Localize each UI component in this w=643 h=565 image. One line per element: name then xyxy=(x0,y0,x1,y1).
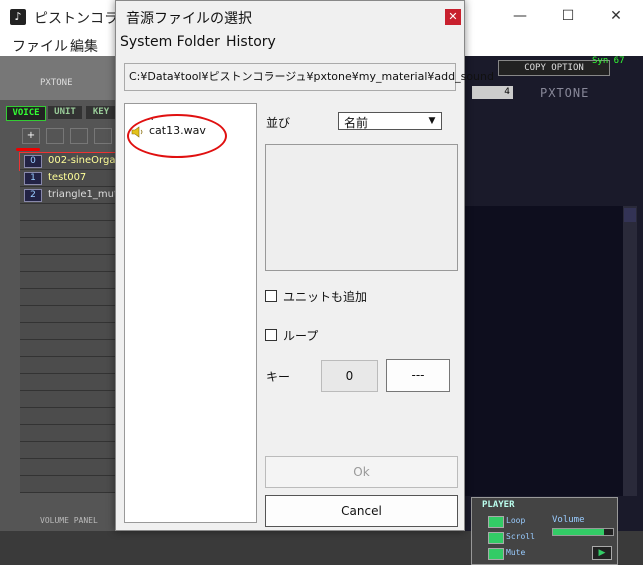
sound-file-dialog: 音源ファイルの選択 ✕ System Folder History C:¥Dat… xyxy=(115,0,494,531)
list-item xyxy=(20,306,116,323)
loop-toggle[interactable] xyxy=(488,516,504,528)
pxtone-logo: PXTONE xyxy=(540,86,590,100)
voice-name: triangle1_mut xyxy=(48,189,118,200)
mute-toggle[interactable] xyxy=(488,548,504,560)
player-title: PLAYER xyxy=(482,500,515,510)
tool-button-2[interactable] xyxy=(46,128,64,144)
volume-panel-label: VOLUME PANEL xyxy=(40,516,98,525)
tool-button-3[interactable] xyxy=(70,128,88,144)
red-annotation-circle xyxy=(127,114,227,158)
player-panel: PLAYER Loop Scroll Mute Volume ▶ xyxy=(471,497,618,565)
unit-view xyxy=(465,206,623,496)
list-item xyxy=(20,476,116,493)
cancel-button[interactable]: Cancel xyxy=(265,495,458,527)
file-list[interactable]: .. cat13.wav xyxy=(124,103,257,523)
list-item xyxy=(20,255,116,272)
path-text: C:¥Data¥tool¥ピストンコラージュ¥pxtone¥my_materia… xyxy=(129,70,494,83)
list-item xyxy=(20,408,116,425)
list-item xyxy=(20,272,116,289)
add-unit-checkbox[interactable] xyxy=(265,290,277,302)
list-item xyxy=(20,459,116,476)
list-item xyxy=(20,425,116,442)
scroll-label: Scroll xyxy=(506,532,535,541)
tab-key[interactable]: KEY xyxy=(86,106,116,119)
dialog-title: 音源ファイルの選択 xyxy=(126,11,252,27)
voice-number: 1 xyxy=(24,172,42,185)
app-icon: ♪ xyxy=(10,9,26,25)
sync-indicator: Syn 67 xyxy=(592,56,625,66)
list-item xyxy=(20,238,116,255)
dialog-titlebar: 音源ファイルの選択 ✕ xyxy=(116,1,464,34)
dialog-menubar: System Folder History xyxy=(116,34,464,54)
list-item xyxy=(20,221,116,238)
list-item xyxy=(20,442,116,459)
preview-area xyxy=(265,144,458,271)
sort-value: 名前 xyxy=(344,116,369,130)
play-icon[interactable]: ▶ xyxy=(592,546,612,560)
path-display: C:¥Data¥tool¥ピストンコラージュ¥pxtone¥my_materia… xyxy=(124,63,494,91)
maximize-icon[interactable]: ☐ xyxy=(558,6,578,26)
close-icon[interactable]: ✕ xyxy=(445,9,461,25)
loop-label: ループ xyxy=(283,329,319,343)
ok-button[interactable]: Ok xyxy=(265,456,458,488)
loop-checkbox[interactable] xyxy=(265,329,277,341)
menu-edit[interactable]: 編集 xyxy=(70,36,98,56)
sort-label: 並び xyxy=(266,116,291,130)
list-item xyxy=(20,357,116,374)
mute-label: Mute xyxy=(506,548,526,557)
sort-select[interactable]: 名前 ▼ xyxy=(338,112,442,130)
close-window-icon[interactable]: ✕ xyxy=(606,6,626,26)
list-item xyxy=(20,374,116,391)
voice-panel: PXTONE VOICE UNIT KEY + 0 002-sineOrga 1… xyxy=(0,56,118,531)
logo-area: PXTONE xyxy=(0,56,116,100)
voice-number: 2 xyxy=(24,189,42,202)
loop-label: Loop xyxy=(506,516,526,525)
scroll-toggle[interactable] xyxy=(488,532,504,544)
list-item xyxy=(20,340,116,357)
add-unit-label: ユニットも追加 xyxy=(283,290,368,304)
voice-name: test007 xyxy=(48,172,87,183)
list-item[interactable]: 0 002-sineOrga xyxy=(19,152,117,171)
logo-text: PXTONE xyxy=(40,78,73,88)
minimize-icon[interactable]: — xyxy=(510,6,530,26)
chevron-down-icon: ▼ xyxy=(428,116,436,126)
menu-system-folder[interactable]: System Folder xyxy=(120,34,220,50)
voice-list: 0 002-sineOrga 1 test007 2 triangle1_mut xyxy=(19,152,118,513)
list-item xyxy=(20,204,116,221)
key-select-button[interactable]: --- xyxy=(386,359,450,392)
vertical-scrollbar[interactable] xyxy=(623,206,637,496)
volume-slider[interactable] xyxy=(552,528,614,536)
number-field[interactable]: 4 xyxy=(472,86,513,99)
scrollbar-thumb[interactable] xyxy=(624,208,636,222)
list-item[interactable]: 1 test007 xyxy=(20,170,116,187)
tab-voice[interactable]: VOICE xyxy=(6,106,46,121)
list-item xyxy=(20,323,116,340)
key-label: キー xyxy=(266,370,291,384)
volume-fill xyxy=(553,529,604,535)
list-item[interactable]: 2 triangle1_mut xyxy=(20,187,118,204)
voice-name: 002-sineOrga xyxy=(48,155,116,166)
menu-file[interactable]: ファイル xyxy=(12,36,68,56)
volume-label: Volume xyxy=(552,515,585,525)
list-item xyxy=(20,391,116,408)
tab-unit[interactable]: UNIT xyxy=(48,106,82,119)
voice-number: 0 xyxy=(24,155,42,168)
add-voice-button[interactable]: + xyxy=(22,128,40,144)
list-item xyxy=(20,289,116,306)
key-value-field[interactable]: 0 xyxy=(321,360,378,392)
menu-history[interactable]: History xyxy=(226,34,276,50)
tool-button-4[interactable] xyxy=(94,128,112,144)
red-annotation-underline xyxy=(16,148,40,151)
